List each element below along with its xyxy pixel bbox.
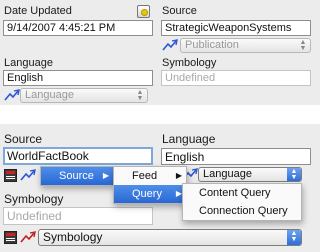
link-icon[interactable] — [4, 89, 20, 101]
chevron-updown-icon: ▲ ▼ — [287, 230, 301, 245]
date-updated-field[interactable]: 9/14/2007 4:45:21 PM — [3, 20, 153, 36]
list-icon[interactable] — [4, 231, 17, 244]
language-label: Language — [162, 132, 216, 146]
menu-item-query-label: Query — [132, 188, 162, 200]
menu-item-connection-query[interactable]: Connection Query — [183, 202, 301, 220]
language-select-value: Language — [203, 168, 252, 180]
source-field[interactable]: StrategicWeaponSystems — [161, 20, 311, 36]
calendar-icon[interactable] — [137, 5, 150, 18]
submenu-source: Feed ▶ Query ▶ — [113, 166, 187, 204]
menu-item-source[interactable]: Source ▶ — [41, 167, 113, 185]
link-icon[interactable] — [20, 169, 36, 181]
language-label: Language — [4, 57, 53, 69]
source-field[interactable]: WorldFactBook — [3, 147, 153, 165]
context-menu: Source ▶ — [40, 166, 114, 186]
chevron-updown-icon: ▲ ▼ — [136, 89, 144, 102]
menu-item-content-query[interactable]: Content Query — [183, 184, 301, 202]
link-icon[interactable] — [162, 39, 178, 51]
source-label: Source — [162, 5, 197, 17]
language-field[interactable]: English — [3, 70, 153, 86]
symbology-select[interactable]: Symbology ▲ ▼ — [38, 229, 302, 246]
link-icon[interactable] — [20, 231, 36, 243]
chevron-updown-icon: ▲ ▼ — [287, 168, 301, 181]
symbology-field: Undefined — [161, 70, 311, 86]
chevron-updown-icon: ▲ ▼ — [299, 39, 307, 52]
language-select-value: Language — [25, 89, 74, 101]
metadata-panel-top: Date Updated 9/14/2007 4:45:21 PM Source… — [0, 0, 320, 105]
symbology-label: Symbology — [4, 192, 64, 206]
source-type-select[interactable]: Publication ▲ ▼ — [180, 38, 311, 53]
source-type-select-value: Publication — [185, 39, 239, 51]
menu-item-feed-label: Feed — [132, 170, 158, 182]
menu-item-feed[interactable]: Feed ▶ — [114, 167, 186, 185]
list-icon[interactable] — [4, 169, 17, 182]
language-select[interactable]: Language ▲ ▼ — [20, 88, 148, 103]
symbology-field: Undefined — [3, 207, 153, 225]
language-select[interactable]: Language ▲ ▼ — [198, 167, 302, 182]
menu-item-query[interactable]: Query ▶ — [114, 185, 186, 203]
source-label: Source — [4, 132, 43, 146]
symbology-label: Symbology — [162, 57, 217, 69]
submenu-arrow-icon: ▶ — [102, 171, 109, 180]
date-updated-label: Date Updated — [4, 5, 72, 17]
symbology-select-value: Symbology — [43, 230, 103, 244]
menu-item-source-label: Source — [59, 170, 94, 182]
language-field[interactable]: English — [161, 148, 311, 165]
submenu-query: Content Query Connection Query — [182, 183, 302, 221]
